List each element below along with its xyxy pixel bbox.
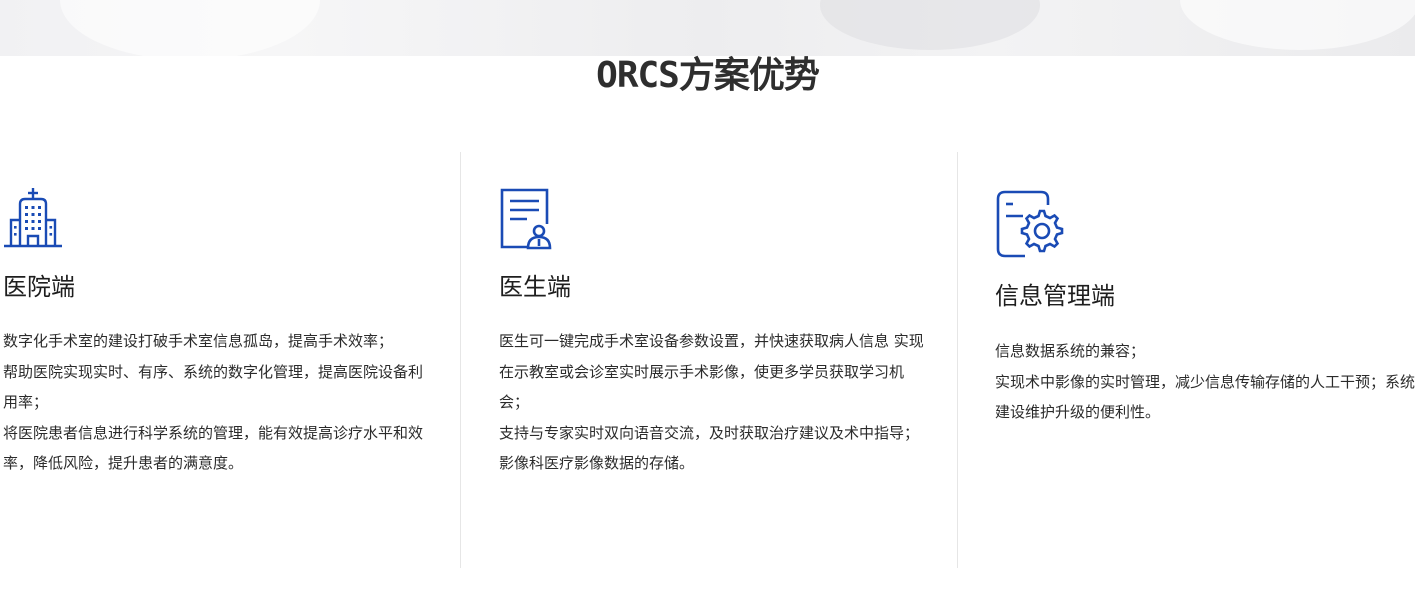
banner-decoration <box>1180 0 1415 50</box>
card-description-line: 信息数据系统的兼容； <box>995 342 1146 360</box>
card-description-line: 医生可一键完成手术室设备参数设置，并快速获取病人信息 实现在示教室或会诊室实时展… <box>499 332 924 411</box>
banner-decoration <box>60 0 320 56</box>
banner-decoration <box>820 0 1040 50</box>
card-title: 医生端 <box>499 273 571 301</box>
card-description-line: 将医院患者信息进行科学系统的管理，能有效提高诊疗水平和效率，降低风险，提升患者的… <box>3 423 424 473</box>
card-description: 医生可一键完成手术室设备参数设置，并快速获取病人信息 实现在示教室或会诊室实时展… <box>499 326 924 479</box>
card-title: 信息管理端 <box>995 282 1115 310</box>
card-description-line: 实现术中影像的实时管理，减少信息传输存储的人工干预；系统建设维护升级的便利性。 <box>995 372 1415 422</box>
hero-banner-strip <box>0 0 1415 56</box>
hospital-icon <box>3 186 73 258</box>
card-description: 信息数据系统的兼容； 实现术中影像的实时管理，减少信息传输存储的人工干预；系统建… <box>995 336 1415 428</box>
card-description-line: 帮助医院实现实时、有序、系统的数字化管理，提高医院设备利用率； <box>3 362 424 412</box>
section-title: ORCS方案优势 <box>596 55 820 96</box>
card-description-line: 支持与专家实时双向语音交流，及时获取治疗建议及术中指导； <box>499 423 920 442</box>
card-title: 医院端 <box>3 273 75 301</box>
column-divider <box>957 152 958 568</box>
column-divider <box>460 152 461 568</box>
card-description: 数字化手术室的建设打破手术室信息孤岛，提高手术效率； 帮助医院实现实时、有序、系… <box>3 326 433 479</box>
card-description-line: 数字化手术室的建设打破手术室信息孤岛，提高手术效率； <box>3 332 394 350</box>
card-description-line: 影像科医疗影像数据的存储。 <box>499 454 695 472</box>
settings-document-icon <box>995 189 1065 261</box>
doctor-document-icon <box>499 186 569 258</box>
